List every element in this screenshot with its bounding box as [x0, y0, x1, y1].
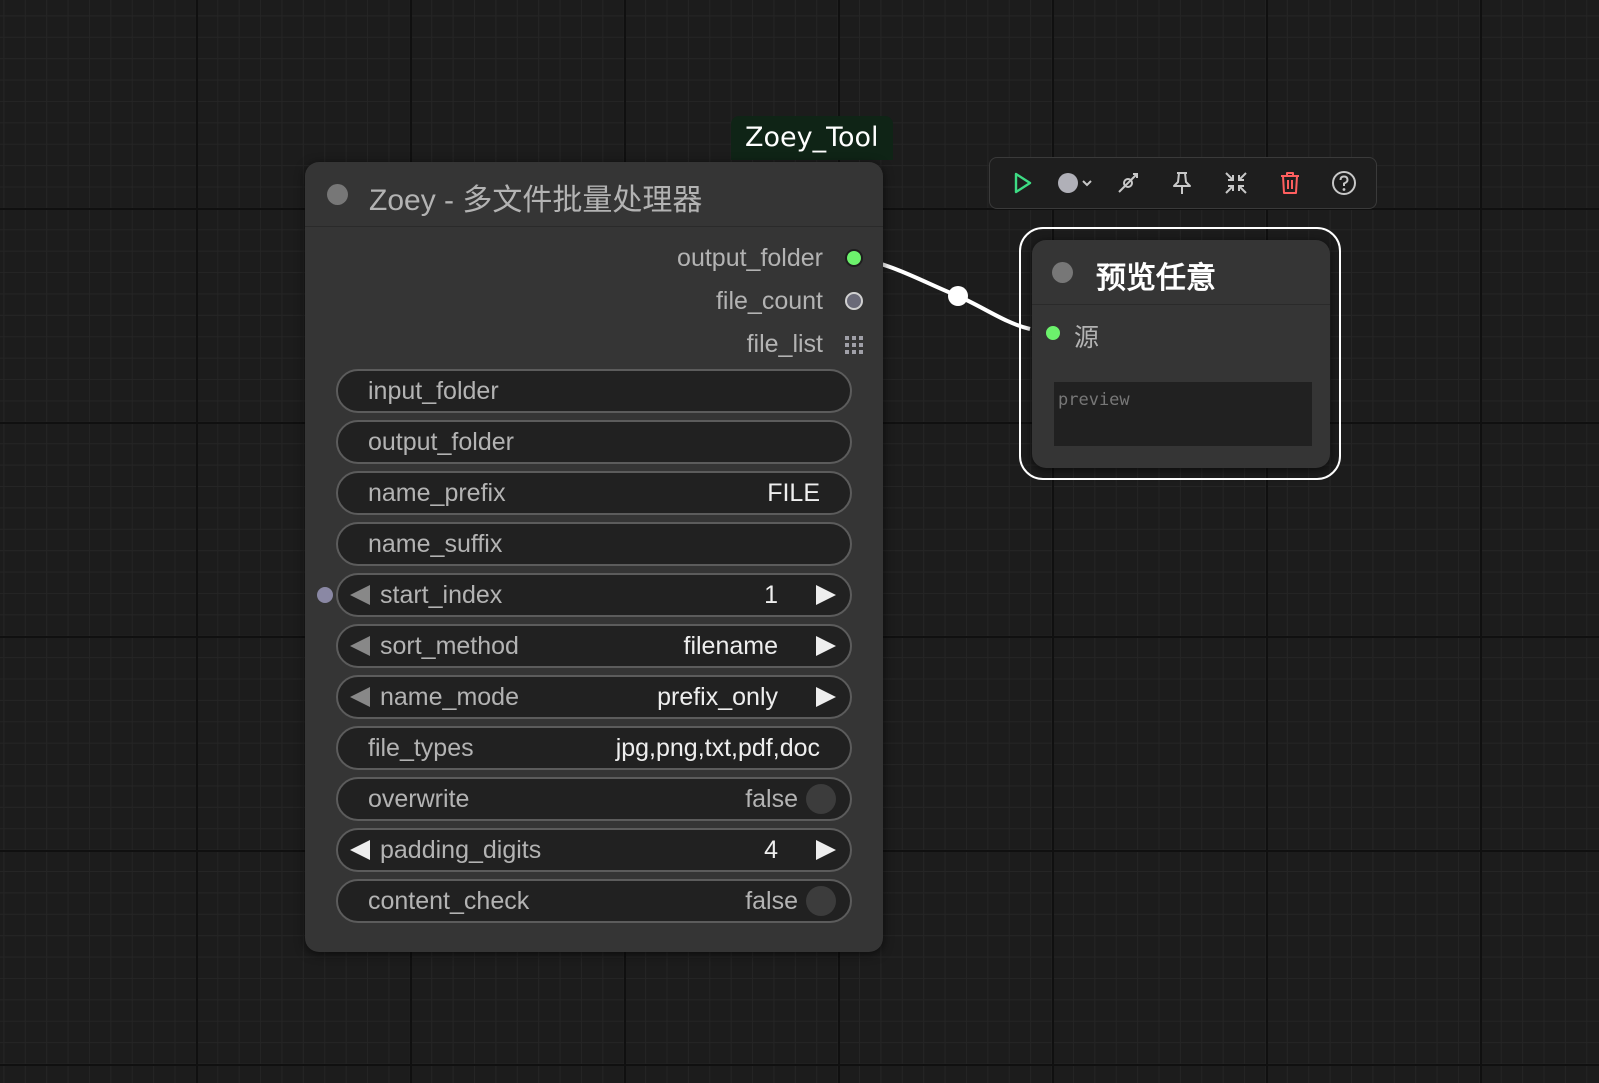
name-suffix-field[interactable]: name_suffix [336, 522, 852, 566]
widget-label: name_mode [380, 683, 519, 711]
widget-value: prefix_only [657, 683, 778, 711]
content-check-toggle[interactable]: content_check false [336, 879, 852, 923]
widget-value: 4 [764, 836, 778, 864]
play-icon[interactable] [1008, 169, 1036, 197]
node-title: 预览任意 [1096, 261, 1216, 296]
output-folder-field[interactable]: output_folder [336, 420, 852, 464]
increment-arrow-icon[interactable] [816, 585, 836, 605]
widget-value: false [745, 887, 798, 915]
next-arrow-icon[interactable] [816, 636, 836, 656]
name-mode-combo[interactable]: name_mode prefix_only [336, 675, 852, 719]
node-header[interactable]: 预览任意 [1032, 240, 1330, 305]
sort-method-combo[interactable]: sort_method filename [336, 624, 852, 668]
widget-label: name_suffix [368, 530, 503, 558]
widget-label: file_types [368, 734, 474, 762]
widget-label: name_prefix [368, 479, 506, 507]
padding-digits-stepper[interactable]: padding_digits 4 [336, 828, 852, 872]
pin-icon[interactable] [1168, 169, 1196, 197]
output-slot[interactable] [845, 249, 863, 267]
output-file-list: file_list [305, 324, 883, 364]
previous-arrow-icon[interactable] [350, 687, 370, 707]
node-toolbar [989, 157, 1377, 209]
delete-icon[interactable] [1276, 169, 1304, 197]
preview-any-node[interactable]: 预览任意 源 preview [1032, 240, 1330, 468]
widget-label: padding_digits [380, 836, 542, 864]
bypass-icon[interactable] [1114, 169, 1142, 197]
output-output-folder: output_folder [305, 238, 883, 278]
toggle-knob[interactable] [806, 886, 836, 916]
output-label: file_list [746, 330, 823, 358]
widget-value: false [745, 785, 798, 813]
decrement-arrow-icon[interactable] [350, 585, 370, 605]
widget-input-slot[interactable] [317, 587, 333, 603]
widget-label: output_folder [368, 428, 514, 456]
widget-label: sort_method [380, 632, 519, 660]
input-label: 源 [1074, 324, 1100, 352]
output-slot[interactable] [845, 292, 863, 310]
grid-icon[interactable] [845, 336, 863, 354]
previous-arrow-icon[interactable] [350, 636, 370, 656]
preview-textarea[interactable]: preview [1054, 382, 1312, 446]
widget-value: FILE [767, 479, 820, 507]
collapse-dot[interactable] [327, 184, 348, 205]
widget-label: input_folder [368, 377, 499, 405]
collapse-dot[interactable] [1052, 262, 1073, 283]
output-label: output_folder [677, 244, 823, 272]
node-title: Zoey - 多文件批量处理器 [369, 184, 703, 217]
node-header[interactable]: Zoey - 多文件批量处理器 [305, 162, 883, 227]
help-icon[interactable] [1330, 169, 1358, 197]
start-index-stepper[interactable]: start_index 1 [336, 573, 852, 617]
widget-label: start_index [380, 581, 503, 609]
input-folder-field[interactable]: input_folder [336, 369, 852, 413]
output-file-count: file_count [305, 281, 883, 321]
name-prefix-field[interactable]: name_prefix FILE [336, 471, 852, 515]
output-label: file_count [715, 287, 823, 315]
widget-label: overwrite [368, 785, 470, 813]
widget-value: filename [683, 632, 779, 660]
file-types-field[interactable]: file_types jpg,png,txt,pdf,doc [336, 726, 852, 770]
batch-processor-node[interactable]: Zoey - 多文件批量处理器 output_folder file_count… [305, 162, 883, 952]
group-title[interactable]: Zoey_Tool [731, 116, 893, 160]
widget-label: content_check [368, 887, 530, 915]
color-picker-icon[interactable] [1056, 169, 1096, 197]
decrement-arrow-icon[interactable] [350, 840, 370, 860]
link-midpoint[interactable] [948, 286, 968, 306]
input-slot[interactable] [1044, 324, 1062, 342]
overwrite-toggle[interactable]: overwrite false [336, 777, 852, 821]
collapse-icon[interactable] [1222, 169, 1250, 197]
toggle-knob[interactable] [806, 784, 836, 814]
increment-arrow-icon[interactable] [816, 840, 836, 860]
widget-value: jpg,png,txt,pdf,doc [615, 734, 820, 762]
next-arrow-icon[interactable] [816, 687, 836, 707]
widget-value: 1 [764, 581, 778, 609]
